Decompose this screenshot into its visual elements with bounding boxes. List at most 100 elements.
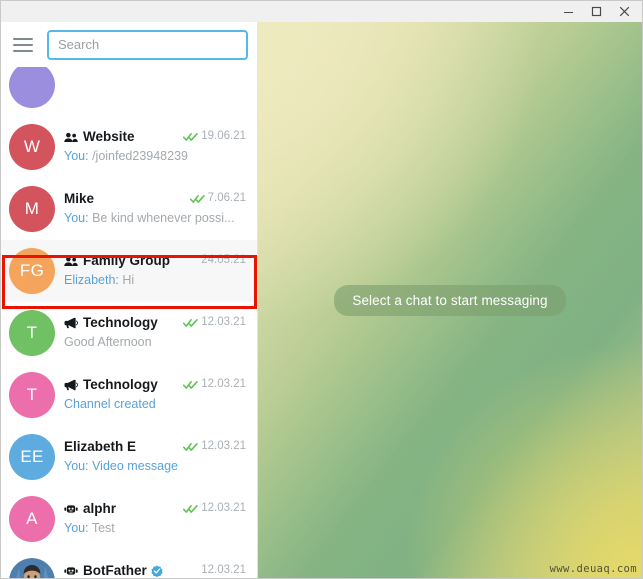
chat-list-item[interactable]: FG Family Group 24.05.21 Elizabeth: Hi bbox=[1, 240, 257, 302]
read-receipt-icon bbox=[183, 318, 198, 328]
chat-item-meta: 7.06.21 bbox=[184, 193, 246, 205]
minimize-icon bbox=[563, 12, 573, 13]
chat-item-meta: 12.03.21 bbox=[195, 565, 246, 577]
avatar-photo bbox=[9, 558, 55, 578]
chat-item-body: Technology 12.03.21 Good Afternoon bbox=[64, 316, 248, 349]
chat-preview-text: Be kind whenever possi... bbox=[92, 211, 235, 225]
minimize-button[interactable] bbox=[554, 2, 582, 22]
close-button[interactable] bbox=[610, 2, 638, 22]
avatar[interactable]: M bbox=[9, 186, 55, 232]
chat-title: alphr bbox=[83, 502, 117, 516]
chat-title: Mike bbox=[64, 192, 95, 206]
chat-timestamp: 12.03.21 bbox=[201, 440, 246, 453]
chat-list-scroll: W Website 19.06.21 You: /joinfed23948239 M Mi… bbox=[1, 67, 257, 578]
chat-timestamp: 19.06.21 bbox=[201, 130, 246, 143]
maximize-icon bbox=[591, 6, 601, 17]
chat-title: Technology bbox=[83, 316, 158, 330]
avatar[interactable]: T bbox=[9, 310, 55, 356]
select-chat-placeholder: Select a chat to start messaging bbox=[334, 284, 566, 316]
chat-item-body: Technology 12.03.21 Channel created bbox=[64, 378, 248, 411]
chat-timestamp: 12.03.21 bbox=[201, 564, 246, 577]
verified-badge-icon bbox=[151, 565, 163, 578]
chat-item-meta: 12.03.21 bbox=[177, 503, 246, 515]
chat-preview: Channel created bbox=[64, 398, 246, 412]
avatar[interactable]: T bbox=[9, 372, 55, 418]
chat-title: Website bbox=[83, 130, 135, 144]
chat-item-meta: 12.03.21 bbox=[177, 317, 246, 329]
avatar[interactable]: A bbox=[9, 496, 55, 542]
chat-timestamp: 12.03.21 bbox=[201, 378, 246, 391]
chat-item-body: Website 19.06.21 You: /joinfed23948239 bbox=[64, 130, 248, 163]
chat-item-header: Website 19.06.21 bbox=[64, 130, 246, 144]
bot-icon bbox=[64, 565, 78, 577]
chat-item-body: alphr 12.03.21 You: Test bbox=[64, 502, 248, 535]
chat-timestamp: 7.06.21 bbox=[207, 192, 246, 205]
chat-preview-text: Channel created bbox=[64, 397, 156, 411]
search-bar bbox=[1, 22, 257, 67]
telegram-window: W Website 19.06.21 You: /joinfed23948239 M Mi… bbox=[0, 0, 643, 579]
chat-preview: You: /joinfed23948239 bbox=[64, 150, 246, 164]
search-input[interactable] bbox=[47, 29, 248, 60]
chat-list-item[interactable]: BotFather12.03.21Done! Congratulations o… bbox=[1, 550, 257, 578]
chat-list-item[interactable]: Aalphr 12.03.21 You: Test bbox=[1, 488, 257, 550]
channel-icon bbox=[64, 317, 78, 329]
chat-preview: You: Video message bbox=[64, 460, 246, 474]
chat-preview-text: Video message bbox=[92, 459, 178, 473]
chat-title: Elizabeth E bbox=[64, 440, 137, 454]
chat-list-item[interactable]: T Technology 12.03.21 Good Afternoon bbox=[1, 302, 257, 364]
chat-preview-sender: Elizabeth: bbox=[64, 273, 119, 287]
chat-item-header: Mike 7.06.21 bbox=[64, 192, 246, 206]
group-icon bbox=[64, 132, 78, 143]
avatar[interactable] bbox=[9, 67, 55, 108]
chat-item-body: Mike 7.06.21 You: Be kind whenever possi..… bbox=[64, 192, 248, 225]
read-receipt-icon bbox=[183, 504, 198, 514]
sidebar: W Website 19.06.21 You: /joinfed23948239 M Mi… bbox=[1, 22, 258, 578]
chat-list-item[interactable]: EE Elizabeth E 12.03.21 You: Video message bbox=[1, 426, 257, 488]
chat-preview-sender: You: bbox=[64, 211, 89, 225]
chat-item-meta: 19.06.21 bbox=[177, 131, 246, 143]
chat-timestamp: 12.03.21 bbox=[201, 316, 246, 329]
chat-preview-text: /joinfed23948239 bbox=[92, 149, 188, 163]
menu-icon[interactable] bbox=[13, 32, 39, 58]
read-receipt-icon bbox=[189, 194, 205, 204]
chat-list-item[interactable] bbox=[1, 67, 257, 116]
watermark: www.deuaq.com bbox=[549, 563, 637, 575]
chat-item-header: BotFather 12.03.21 bbox=[64, 564, 246, 578]
chat-preview: Elizabeth: Hi bbox=[64, 274, 246, 288]
chat-list-item[interactable]: M Mike 7.06.21 You: Be kind whenever possi.… bbox=[1, 178, 257, 240]
menu-icon-line bbox=[13, 43, 33, 46]
chat-item-body: Family Group 24.05.21 Elizabeth: Hi bbox=[64, 254, 248, 287]
chat-item-meta: 12.03.21 bbox=[177, 441, 246, 453]
channel-icon bbox=[64, 379, 78, 391]
menu-icon-line bbox=[13, 37, 33, 40]
avatar[interactable] bbox=[9, 558, 55, 578]
chat-title: BotFather bbox=[83, 564, 147, 578]
chat-list[interactable]: W Website 19.06.21 You: /joinfed23948239 M Mi… bbox=[1, 67, 257, 578]
title-bar bbox=[1, 1, 642, 22]
avatar[interactable]: FG bbox=[9, 248, 55, 294]
chat-item-meta: 24.05.21 bbox=[195, 255, 246, 267]
chat-preview: You: Be kind whenever possi... bbox=[64, 212, 246, 226]
chat-item-body bbox=[64, 82, 248, 88]
chat-preview: You: Test bbox=[64, 522, 246, 536]
bot-icon bbox=[64, 503, 78, 515]
chat-item-header: Elizabeth E 12.03.21 bbox=[64, 440, 246, 454]
chat-preview-text: Good Afternoon bbox=[64, 335, 152, 349]
read-receipt-icon bbox=[183, 442, 198, 452]
chat-preview-sender: You: bbox=[64, 521, 89, 535]
chat-item-header: Technology 12.03.21 bbox=[64, 316, 246, 330]
avatar[interactable]: W bbox=[9, 124, 55, 170]
chat-preview-text: Test bbox=[91, 521, 115, 535]
maximize-button[interactable] bbox=[582, 2, 610, 22]
read-receipt-icon bbox=[183, 380, 198, 390]
chat-list-item[interactable]: T Technology 12.03.21 Channel created bbox=[1, 364, 257, 426]
chat-item-header: Technology 12.03.21 bbox=[64, 378, 246, 392]
chat-item-header: Family Group 24.05.21 bbox=[64, 254, 246, 268]
menu-icon-line bbox=[13, 49, 33, 52]
chat-preview: Good Afternoon bbox=[64, 336, 246, 350]
chat-preview-sender: You: bbox=[64, 459, 89, 473]
group-icon bbox=[64, 256, 78, 267]
chat-timestamp: 24.05.21 bbox=[201, 254, 246, 267]
chat-list-item[interactable]: W Website 19.06.21 You: /joinfed23948239 bbox=[1, 116, 257, 178]
avatar[interactable]: EE bbox=[9, 434, 55, 480]
